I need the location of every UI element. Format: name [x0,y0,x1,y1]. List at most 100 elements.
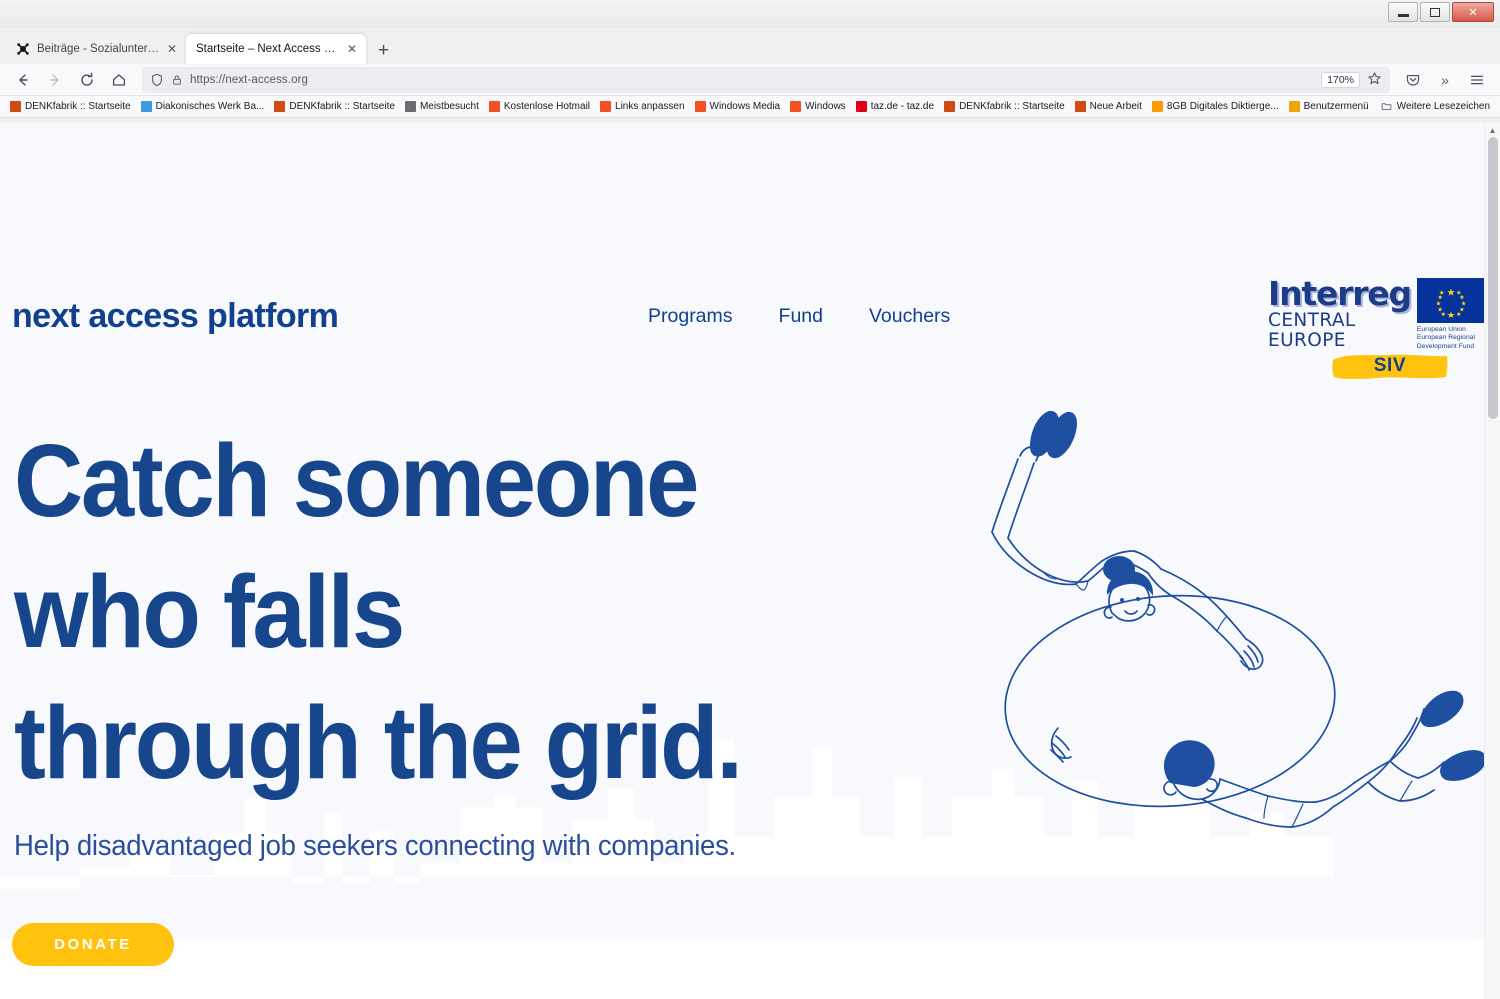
eu-emblem-block: European Union European Regional Develop… [1416,278,1484,351]
tab-close-icon[interactable]: ✕ [167,43,177,55]
bookmark-label: DENKfabrik :: Startseite [959,100,1065,112]
bookmark-label: Kostenlose Hotmail [503,100,591,112]
bookmark-item[interactable]: DENKfabrik :: Startseite [6,100,137,114]
tab-close-icon[interactable]: ✕ [347,43,357,55]
other-bookmarks-button[interactable]: Weitere Lesezeichen [1381,101,1494,113]
bookmark-favicon [1074,101,1086,112]
bookmark-favicon [140,101,152,112]
bookmark-label: Links anpassen [615,100,685,112]
hamburger-menu-icon [1470,75,1484,84]
bookmark-favicon [790,101,802,112]
bookmark-favicon [10,101,21,112]
app-menu-button[interactable] [1462,67,1492,93]
site-logo-text[interactable]: next access platform [12,299,339,333]
bookmark-label: Windows Media [709,100,781,112]
close-button[interactable]: ✕ [1452,2,1494,22]
window-controls: ✕ [1386,2,1494,24]
hero-headline-line-2: who falls [14,553,405,669]
nav-item-programs[interactable]: Programs [648,305,733,328]
nav-item-vouchers[interactable]: Vouchers [869,305,950,328]
zoom-level-indicator[interactable]: 170% [1321,71,1360,88]
browser-window: ✕ Beiträge - Sozialunternehmen N ✕ Start… [0,0,1500,999]
pocket-button[interactable] [1398,67,1428,93]
eu-caption-line-2: European Regional [1416,334,1476,342]
tab-beitraege[interactable]: Beiträge - Sozialunternehmen N ✕ [6,34,186,64]
home-icon [112,73,126,86]
hero-headline-line-1: Catch someone [14,423,699,538]
bookmark-item[interactable]: Benutzermenü [1285,100,1375,114]
bookmark-item[interactable]: 8GB Digitales Diktierge... [1148,100,1285,114]
arrow-right-icon [50,73,59,86]
main-navigation: Programs Fund Vouchers [648,305,950,328]
bookmark-label: taz.de - taz.de [870,100,935,112]
toolbar-right-actions: » [1398,67,1492,93]
joomla-icon [17,43,29,55]
maximize-button[interactable] [1420,2,1450,22]
bookmark-item[interactable]: Meistbesucht [401,100,485,114]
star-icon [1368,72,1381,85]
hero-headline: Catch someone who falls through the grid… [14,416,907,808]
bookmark-favicon [488,101,500,112]
bookmark-item[interactable]: Diakonisches Werk Ba... [137,100,271,114]
bookmark-item[interactable]: DENKfabrik :: Startseite [270,100,401,114]
hero-headline-line-3: through the grid. [14,684,743,800]
tab-title: Beiträge - Sozialunternehmen N [37,43,160,55]
bookmarks-bar: DENKfabrik :: Startseite Diakonisches Wer… [0,96,1500,118]
forward-button[interactable] [40,67,70,93]
interreg-subtitle: CENTRAL EUROPE [1268,310,1356,351]
pocket-icon [1406,74,1420,86]
minimize-icon [1397,13,1409,17]
minimize-button[interactable] [1388,2,1418,22]
reload-button[interactable] [72,67,102,93]
bookmark-item[interactable]: Links anpassen [596,100,691,114]
new-tab-button[interactable]: + [366,41,401,64]
falling-people-illustration [991,410,1484,828]
tab-next-access-platform[interactable]: Startseite – Next Access Platform ✕ [186,34,366,64]
overflow-button[interactable]: » [1430,67,1460,93]
scroll-up-arrow-icon[interactable]: ▲ [1485,123,1500,137]
bookmark-favicon [944,101,956,112]
bookmark-favicon [404,101,416,112]
page-scrollbar[interactable]: ▲ [1484,123,1500,999]
bookmark-item[interactable]: Windows Media [691,100,787,114]
lock-icon [173,75,181,85]
bookmark-label: DENKfabrik :: Startseite [25,100,131,112]
restore-icon [1430,7,1440,17]
back-button[interactable] [8,67,38,93]
bookmark-item[interactable]: Kostenlose Hotmail [485,100,596,114]
reload-icon [81,72,93,86]
bookmark-label: Neue Arbeit [1089,100,1142,112]
interreg-logo[interactable]: Interreg CENTRAL EUROPE European Union E… [1268,277,1484,383]
url-text: https://next-access.org [190,73,308,86]
donate-button[interactable]: DONATE [12,923,174,966]
url-bar[interactable]: https://next-access.org 170% [142,66,1390,93]
window-titlebar: ✕ [0,0,1500,28]
bookmark-item[interactable]: Windows [786,100,852,114]
bookmark-label: 8GB Digitales Diktierge... [1166,100,1279,112]
home-button[interactable] [104,67,134,93]
web-page: next access platform Programs Fund Vouch… [0,123,1484,999]
bookmark-label: Windows [805,100,846,112]
bookmark-label: DENKfabrik :: Startseite [289,100,395,112]
tab-strip: Beiträge - Sozialunternehmen N ✕ Startse… [0,28,1500,64]
bookmark-favicon [694,101,706,112]
eu-flag-icon [1416,278,1484,323]
interreg-wordmark-block: Interreg CENTRAL EUROPE [1268,277,1412,351]
bookmark-label: Benutzermenü [1303,100,1369,112]
bookmark-item[interactable]: DENKfabrik :: Startseite [940,100,1071,114]
bookmark-favicon [1151,101,1163,112]
nav-item-fund[interactable]: Fund [779,305,823,328]
bookmark-item[interactable]: taz.de - taz.de [852,100,940,114]
shield-icon [152,73,162,86]
interreg-logo-row: Interreg CENTRAL EUROPE European Union E… [1268,277,1484,351]
bookmark-item[interactable]: Neue Arbeit [1071,100,1148,114]
navigation-toolbar: https://next-access.org 170% » [0,64,1500,96]
scrollbar-thumb[interactable] [1488,137,1498,419]
bookmark-favicon [855,101,867,112]
bookmark-star-icon[interactable] [1367,71,1382,88]
bookmark-favicon [1288,101,1300,112]
folder-icon [1381,103,1392,110]
page-viewport: next access platform Programs Fund Vouch… [0,123,1500,999]
tab-title: Startseite – Next Access Platform [196,43,340,55]
siv-badge: SIV [1330,350,1450,382]
